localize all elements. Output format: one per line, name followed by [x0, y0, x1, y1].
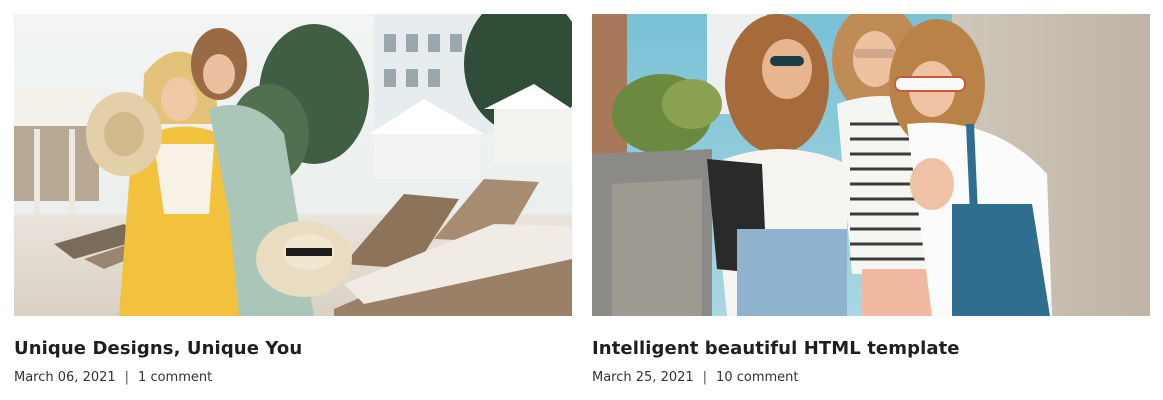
- meta-separator: |: [702, 370, 708, 385]
- post-title[interactable]: Unique Designs, Unique You: [14, 336, 572, 362]
- post-comments-link[interactable]: 1 comment: [138, 370, 212, 385]
- post-photo-street: [592, 14, 1150, 316]
- post-comments-link[interactable]: 10 comment: [716, 370, 798, 385]
- post-meta: March 06, 2021 | 1 comment: [14, 369, 572, 387]
- post-thumbnail-link[interactable]: [592, 14, 1150, 316]
- post-meta: March 25, 2021 | 10 comment: [592, 369, 1150, 387]
- blog-post-card: Intelligent beautiful HTML template Marc…: [592, 14, 1150, 387]
- blog-post-grid: Unique Designs, Unique You March 06, 202…: [0, 0, 1163, 400]
- post-title[interactable]: Intelligent beautiful HTML template: [592, 336, 1150, 362]
- blog-post-card: Unique Designs, Unique You March 06, 202…: [14, 14, 572, 387]
- meta-separator: |: [124, 370, 130, 385]
- post-date: March 06, 2021: [14, 370, 116, 385]
- post-date: March 25, 2021: [592, 370, 694, 385]
- post-thumbnail-link[interactable]: [14, 14, 572, 316]
- post-photo-poolside: [14, 14, 572, 316]
